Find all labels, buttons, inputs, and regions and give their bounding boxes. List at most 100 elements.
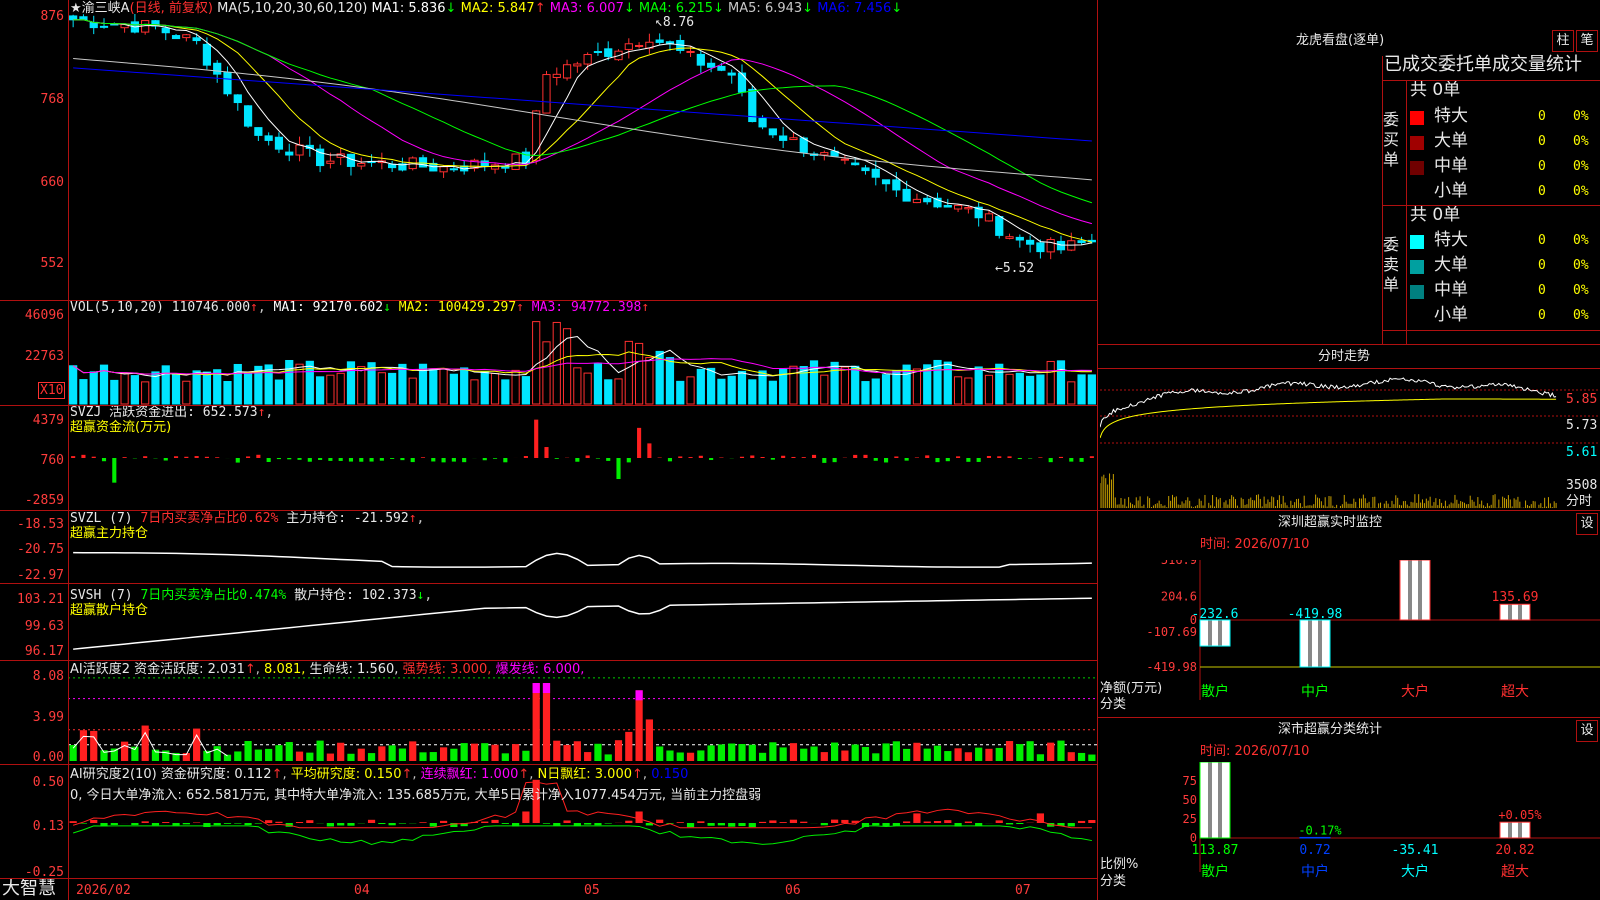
kline-chart[interactable] [68,0,1097,296]
class-category: 超大 [1501,864,1529,880]
ai2-bar [481,821,489,823]
divider [1382,205,1600,206]
order-color-swatch [1410,161,1424,175]
volume-bar [130,375,139,405]
candle-body [254,127,263,136]
class-ylabel: 比例% [1100,857,1139,872]
candle-body [171,35,181,40]
intraday-avg-line [1100,398,1557,439]
ai2-bar [594,823,602,826]
svzj-bar [750,455,755,458]
ma-arrow: ↓ [713,1,724,16]
class-value: -35.41 [1392,843,1439,858]
buy-total: 共 0单 [1410,80,1461,100]
svzj-bar [935,458,940,463]
ai1-bar [79,730,88,761]
bar-mode-button[interactable]: 柱 [1552,30,1574,52]
ai1-header: AI活跃度2 资金活跃度: 2.031↑, 8.081, 生命线: 1.560,… [70,662,585,677]
ai2-n-day-red: N日飘红: 3.000 [537,767,633,782]
divider [0,583,1098,584]
ai2-bar [944,820,952,823]
svzj-bar [462,458,467,463]
candle-body [511,153,520,170]
svzj-bar [873,458,878,461]
candle-body [542,74,551,114]
ai1-bar [388,745,396,761]
ai1-bar [604,754,612,761]
ai1-bar [1026,741,1034,761]
ai1-bar [1036,754,1045,761]
class-bar-body [1200,762,1230,838]
volume-bar [326,374,335,405]
ma-arrow: ↑ [534,1,546,16]
class-tick: 50 [1183,793,1197,807]
svzj-bar [1007,456,1012,458]
class-bar-stripe [1508,822,1512,838]
ai1-bar [728,743,736,761]
candle-body [593,51,603,54]
svzj-bar [246,456,251,458]
ai2-bar [172,823,180,826]
volume-bar [748,379,757,405]
volume-bar [665,357,675,405]
svzj-panel-svg[interactable] [68,406,1097,510]
ai1-bar [820,752,828,761]
ai1-bar [419,752,427,761]
intraday-chart[interactable] [1100,368,1600,510]
ma-value: MA2: 5.847 [456,1,535,16]
vol-tick: 46096 [24,308,64,323]
volume-bar [840,366,849,405]
ai2-bar [1016,823,1024,825]
period-label[interactable]: (日线, 前复权) [130,1,213,16]
x-label: 06 [785,883,801,898]
tick-mode-button[interactable]: 笔 [1576,30,1598,52]
divider [0,510,1098,511]
divider [68,0,69,900]
order-size-label: 特大 [1434,230,1468,250]
candle-body [552,73,561,78]
volume-bar [69,365,78,405]
ai1-bar [141,725,149,761]
ai2-bar [295,822,304,823]
volume-bar [717,378,726,405]
monitor-bar-stripe [1308,620,1312,667]
volume-bar [614,378,623,405]
svzj-panel[interactable] [68,406,1097,510]
class-time: 时间: 2026/07/10 [1200,744,1310,759]
monitor-bar-stripe [1208,620,1212,647]
ai1-bar [1047,742,1055,761]
intraday-panel[interactable] [1100,368,1600,510]
low-marker: ←5.52 [995,261,1035,276]
volume-panel-svg[interactable] [68,301,1097,405]
class-pct-label: +0.05% [1498,808,1542,822]
ai1-bar [1016,744,1024,761]
ai1-bar [923,748,931,761]
class-settings-button[interactable]: 设 [1576,720,1598,742]
volume-bar [912,368,922,405]
monitor-bar [1299,619,1331,668]
ai1-bar [964,752,972,761]
candle-body [912,198,922,204]
volume-bar [573,367,582,405]
stock-name[interactable]: ★渝三峡A [70,1,130,16]
ai1-bar [954,748,962,761]
class-tick: 25 [1183,812,1197,826]
ai1-bar [481,743,489,761]
volume-bar [634,342,644,405]
brand-logo[interactable]: 大智慧 [2,880,56,898]
ai1-bar [193,728,201,761]
candle-body [285,151,294,156]
svzl-sub: 超赢主力持仓 [70,526,149,541]
ai1-bar-top [635,690,643,701]
svzj-bar [956,456,961,458]
ai1-bar [594,743,602,761]
volume-panel[interactable] [68,301,1097,405]
ai2-label: AI研究度2(10) [70,767,157,782]
candle-body [1015,236,1024,241]
kline-panel[interactable] [68,0,1097,296]
candle-body [573,63,582,67]
sz-monitor-settings-button[interactable]: 设 [1576,513,1598,535]
svzj-bar [976,458,981,462]
candle-body [984,213,994,222]
svsh-position: 散户持仓: 102.373 [294,588,417,603]
